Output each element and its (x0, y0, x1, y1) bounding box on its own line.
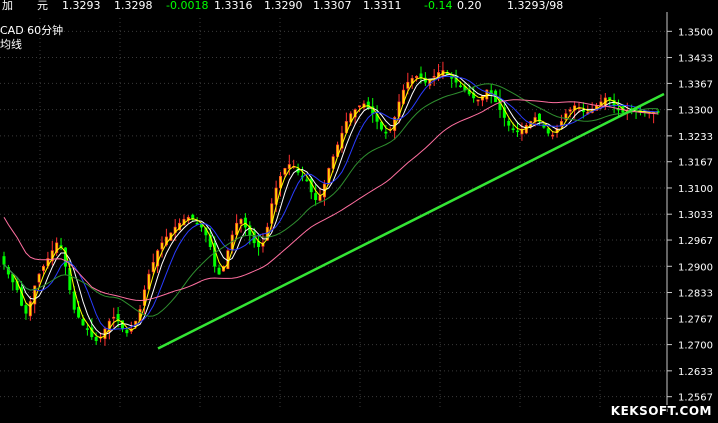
candle-body (239, 218, 243, 225)
quote-range: 0.20 (457, 0, 482, 12)
candle-body (85, 328, 89, 330)
candle-body (305, 179, 309, 182)
y-tick-label: 1.3367 (678, 79, 713, 90)
candle-body (511, 128, 515, 131)
quote-bar: 加 元 1.3293 1.3298 -0.0018 1.3316 1.3290 … (0, 0, 718, 12)
candle-body (112, 316, 116, 319)
candle-body (24, 305, 28, 314)
y-tick-label: 1.2633 (678, 367, 713, 378)
candle-body (358, 105, 362, 108)
quote-ask: 1.3298 (114, 0, 153, 12)
candle-body (28, 301, 32, 317)
y-tick-label: 1.2900 (678, 262, 713, 273)
y-tick-label: 1.2767 (678, 314, 713, 325)
y-tick-label: 1.3033 (678, 210, 713, 221)
candle-body (432, 76, 436, 78)
candle-body (507, 120, 511, 126)
y-tick-label: 1.2833 (678, 289, 713, 300)
quote-prev: 1.3307 (313, 0, 352, 12)
candle-body (235, 222, 239, 235)
candle-body (516, 130, 520, 133)
candle-body (546, 128, 550, 134)
candle-body (72, 291, 76, 310)
quote-last: 1.3293/98 (507, 0, 564, 12)
candle-body (243, 217, 247, 228)
candle-body (415, 76, 419, 79)
candle-body (318, 195, 322, 201)
y-tick-label: 1.3167 (678, 158, 713, 169)
candle-body (314, 193, 318, 201)
candle-body (42, 265, 46, 271)
chart-subtitle: 均线 (0, 38, 22, 51)
candle-body (366, 101, 370, 108)
candle-body (2, 256, 6, 265)
quote-name: 加 (2, 0, 13, 12)
y-tick-label: 1.2567 (678, 393, 713, 404)
candle-body (217, 267, 221, 275)
quote-high: 1.3311 (363, 0, 402, 12)
price-chart[interactable]: 1.3500 1.3433 1.3367 1.3300 1.3233 1.3167 1.31… (0, 12, 718, 423)
candle-body (551, 134, 555, 137)
y-tick-label: 1.2967 (678, 236, 713, 247)
candle-body (287, 164, 291, 169)
candle-body (458, 85, 462, 88)
quote-bid: 1.3293 (62, 0, 101, 12)
candle-body (94, 336, 98, 341)
candle-body (195, 222, 199, 225)
y-tick-label: 1.3433 (678, 54, 713, 65)
quote-change: -0.0018 (166, 0, 209, 12)
candle-body (125, 329, 129, 334)
y-tick-label: 1.3233 (678, 132, 713, 143)
y-tick-label: 1.3100 (678, 184, 713, 195)
candle-body (160, 242, 164, 250)
quote-unit: 元 (37, 0, 48, 12)
candle-body (37, 273, 41, 283)
y-tick-label: 1.3300 (678, 106, 713, 117)
candle-body (151, 262, 155, 273)
quote-pct: -0.14 (424, 0, 453, 12)
candle-body (283, 168, 287, 175)
y-tick-label: 1.2700 (678, 341, 713, 352)
quote-open: 1.3316 (214, 0, 253, 12)
candle-body (568, 109, 572, 112)
quote-low: 1.3290 (264, 0, 303, 12)
candle-body (406, 81, 410, 89)
watermark: KEKSOFT.COM (610, 404, 712, 418)
candle-body (384, 131, 388, 134)
y-tick-label: 1.3500 (678, 27, 713, 38)
candle-body (476, 99, 480, 102)
candle-body (81, 319, 85, 326)
